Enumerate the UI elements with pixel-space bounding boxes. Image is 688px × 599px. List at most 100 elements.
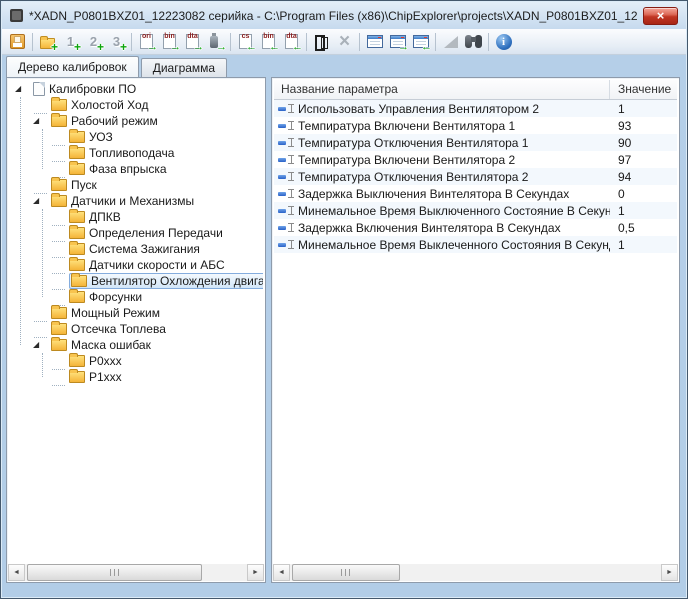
folder-add-button[interactable]: + [36,30,59,53]
table-row[interactable]: Задержка Включения Винтелятора В Секунда… [274,219,677,236]
folder-icon [69,355,85,367]
table-row[interactable]: Минемальное Время Выклеченного Состояния… [274,236,677,253]
toolbar-separator [306,33,307,51]
tree-item[interactable]: Форсунки [9,289,263,305]
table-view-button[interactable] [363,30,386,53]
arrow-right-icon: → [398,42,409,52]
scroll-left-button[interactable]: ◄ [273,564,290,581]
add-slot3-button[interactable]: 3+ [105,30,128,53]
tree-item-selected[interactable]: Вентилятор Охлождения двигате [9,273,263,289]
table-row[interactable]: Темпиратура Отключения Вентилятора 190 [274,134,677,151]
toolbar-separator [230,33,231,51]
parameter-name: Использовать Управления Вентилятором 2 [298,102,539,116]
scroll-right-button[interactable]: ► [661,564,678,581]
folder-icon [69,243,85,255]
tree-item[interactable]: P0xxx [9,353,263,369]
tree-item[interactable]: Фаза впрыска [9,161,263,177]
expand-arrow-icon[interactable]: ◢ [33,337,51,353]
column-header-value[interactable]: Значение [610,80,677,99]
add-slot1-button[interactable]: 1+ [59,30,82,53]
arrow-left-icon: ← [421,42,432,52]
arrow-right-icon: → [147,42,158,52]
parameter-icon [278,104,295,113]
tab-diagram[interactable]: Диаграмма [141,58,227,77]
export-bin-button[interactable]: bin→ [158,30,181,53]
parameter-name: Темпиратура Включени Вентилятора 1 [298,119,515,133]
tree-item-label: Пуск [71,177,97,193]
table-row[interactable]: Минемальное Время Выключенного Состояние… [274,202,677,219]
tree-item[interactable]: P1xxx [9,369,263,385]
tree-item[interactable]: Пуск [9,177,263,193]
plus-icon: + [51,42,58,52]
search-button[interactable] [462,30,485,53]
info-button[interactable]: i [492,30,515,53]
tree-item[interactable]: ◢ Рабочий режим [9,113,263,129]
export-dta-button[interactable]: dta→ [181,30,204,53]
compare-button[interactable] [310,30,333,53]
close-button[interactable]: × [643,7,678,25]
table-import-button[interactable]: ← [409,30,432,53]
doc-label: bin [263,33,274,40]
chip-erase-button[interactable]: × [333,30,356,53]
tab-calibration-tree[interactable]: Дерево калибровок [6,56,139,77]
save-button[interactable] [6,30,29,53]
measure-button[interactable] [439,30,462,53]
grip-icon [341,569,350,576]
parameters-hscrollbar[interactable]: ◄ ► [273,564,678,581]
toolbar-separator [359,33,360,51]
folder-icon [69,227,85,239]
expand-arrow-icon[interactable]: ◢ [33,193,51,209]
tree-item-label: Рабочий режим [71,113,158,129]
tree-item[interactable]: ◢Калибровки ПО [9,81,263,97]
tree-item[interactable]: Холостой Ход [9,97,263,113]
close-icon: × [657,8,665,23]
scroll-left-button[interactable]: ◄ [8,564,25,581]
tree-item[interactable]: Определения Передачи [9,225,263,241]
parameter-icon [278,206,295,215]
tree-item[interactable]: УОЗ [9,129,263,145]
parameter-icon [278,189,295,198]
tree-item[interactable]: Датчики скорости и АБС [9,257,263,273]
tree-item[interactable]: Топливоподача [9,145,263,161]
tree-item[interactable]: Мощный Режим [9,305,263,321]
export-ori-button[interactable]: ori→ [135,30,158,53]
scroll-track[interactable] [25,564,247,581]
scroll-thumb[interactable] [27,564,202,581]
expand-arrow-icon[interactable]: ◢ [15,81,33,97]
table-row[interactable]: Темпиратура Включени Вентилятора 297 [274,151,677,168]
chip-app-icon[interactable] [10,9,23,22]
usb-export-button[interactable]: → [204,30,227,53]
expand-arrow-icon[interactable]: ◢ [33,113,51,129]
plus-icon: + [74,42,81,52]
import-dta-button[interactable]: dta← [280,30,303,53]
tab-strip: Дерево калибровок Диаграмма [6,56,229,77]
tree-hscrollbar[interactable]: ◄ ► [8,564,264,581]
titlebar[interactable]: *XADN_P0801BXZ01_12223082 серийка - C:\P… [2,2,686,29]
table-row[interactable]: Темпиратура Включени Вентилятора 193 [274,117,677,134]
doc-label: dta [286,33,297,40]
table-row[interactable]: Темпиратура Отключения Вентилятора 294 [274,168,677,185]
tree-item[interactable]: Система Зажигания [9,241,263,257]
scroll-thumb[interactable] [292,564,400,581]
parameter-value: 1 [610,102,677,116]
tree-item[interactable]: Отсечка Топлева [9,321,263,337]
import-cs-button[interactable]: cs← [234,30,257,53]
table-row[interactable]: Задержка Выключения Винтелятора В Секунд… [274,185,677,202]
table-row[interactable]: Использовать Управления Вентилятором 2 1 [274,100,677,117]
app-window: *XADN_P0801BXZ01_12223082 серийка - C:\P… [0,0,688,599]
scroll-track[interactable] [290,564,661,581]
folder-icon [69,291,85,303]
folder-icon [69,131,85,143]
import-bin-button[interactable]: bin← [257,30,280,53]
add-slot2-button[interactable]: 2+ [82,30,105,53]
tree-item[interactable]: ◢Маска ошибак [9,337,263,353]
tree-item-label: Датчики и Механизмы [71,193,194,209]
tree-item[interactable]: ДПКВ [9,209,263,225]
table-export-button[interactable]: → [386,30,409,53]
column-header-name[interactable]: Название параметра [274,80,610,99]
tree-item[interactable]: ◢ Датчики и Механизмы [9,193,263,209]
window-title: *XADN_P0801BXZ01_12223082 серийка - C:\P… [29,9,637,23]
scroll-right-button[interactable]: ► [247,564,264,581]
parameter-icon [278,172,295,181]
info-icon: i [496,34,512,50]
